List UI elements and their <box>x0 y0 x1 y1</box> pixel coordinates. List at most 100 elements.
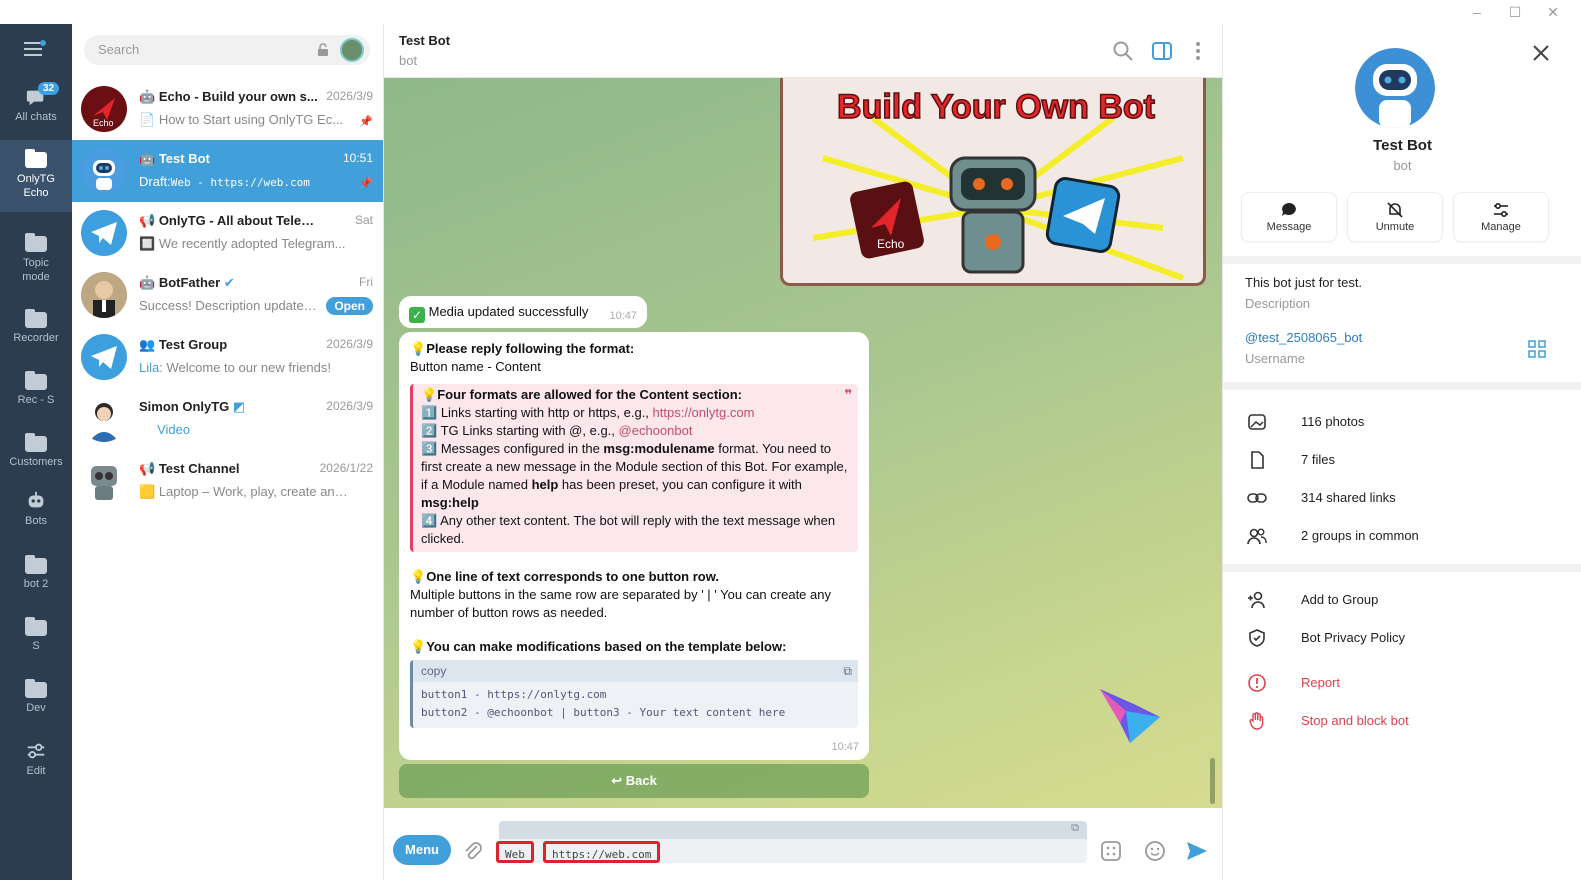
format-instructions-message[interactable]: 💡Please reply following the format: Butt… <box>399 332 869 760</box>
sidebar-toggle-icon[interactable] <box>1151 40 1173 62</box>
shared-photos-row[interactable]: 116 photos <box>1223 404 1581 440</box>
bot-commands-icon[interactable] <box>1100 840 1122 862</box>
message-action-button[interactable]: Message <box>1241 192 1337 242</box>
section-divider <box>1223 382 1581 390</box>
open-bot-button[interactable]: Open <box>326 297 373 315</box>
folder-s[interactable]: S <box>0 608 72 668</box>
lock-icon[interactable] <box>316 43 330 57</box>
search-placeholder: Search <box>98 42 140 57</box>
status-message[interactable]: ✓ Media updated successfully 10:47 <box>399 296 647 328</box>
chat-row-onlytg[interactable]: 📢 OnlyTG - All about Telegram Sat 🔲 We r… <box>72 202 383 264</box>
echoonbot-link[interactable]: @echoonbot <box>619 423 693 438</box>
avatar <box>81 396 127 442</box>
scrollbar[interactable] <box>1210 758 1215 804</box>
profile-description: This bot just for test. <box>1245 275 1363 290</box>
chat-title[interactable]: Test Bot <box>399 33 450 48</box>
chat-area: Test Bot bot Build Your Own Bot Echo ✓ M… <box>384 24 1222 880</box>
folder-bot-2[interactable]: bot 2 <box>0 546 72 606</box>
number-1-icon: 1️⃣ <box>421 405 438 420</box>
avatar: Echo <box>81 86 127 132</box>
folder-label: S <box>32 640 40 652</box>
chat-time: 2026/3/9 <box>326 399 373 413</box>
chat-row-test-channel[interactable]: 📢 Test Channel 2026/1/22 🟨 Laptop – Work… <box>72 450 383 512</box>
onlytg-logo-icon <box>1100 689 1160 743</box>
folder-onlytg-echo[interactable]: OnlyTG Echo <box>0 140 72 212</box>
chat-row-test-group[interactable]: 👥 Test Group 2026/3/9 Lila: Welcome to o… <box>72 326 383 388</box>
copy-icon[interactable]: ⧉ <box>1071 822 1079 835</box>
back-arrow-icon: ↩ <box>611 773 623 788</box>
folder-icon <box>25 309 47 328</box>
folder-recorder[interactable]: Recorder <box>0 300 72 360</box>
search-input[interactable]: Search <box>84 35 370 65</box>
folder-sidebar: 32 All chats OnlyTG Echo Topic mode Reco… <box>0 24 72 880</box>
account-avatar[interactable] <box>340 38 364 62</box>
code-block[interactable]: copy ⧉ button1 - https://onlytg.com butto… <box>410 660 858 728</box>
close-window-button[interactable]: ✕ <box>1538 2 1568 22</box>
image-message[interactable]: Build Your Own Bot Echo <box>780 78 1206 286</box>
folder-customers[interactable]: Customers <box>0 424 72 484</box>
message-input[interactable]: ⧉ Web https://web.com <box>496 821 1087 863</box>
onlytg-link[interactable]: https://onlytg.com <box>653 405 755 420</box>
search-icon[interactable] <box>1112 40 1134 62</box>
profile-avatar[interactable] <box>1355 48 1435 128</box>
manage-action-button[interactable]: Manage <box>1453 192 1549 242</box>
shared-files-row[interactable]: 7 files <box>1223 442 1581 478</box>
hamburger-menu-icon[interactable] <box>24 40 46 61</box>
add-to-group-row[interactable]: Add to Group <box>1223 582 1581 618</box>
chat-preview: Draft:Web - https://web.com <box>139 174 310 189</box>
chat-preview: 📄 How to Start using OnlyTG Ec... <box>139 112 344 127</box>
stop-and-block-row[interactable]: Stop and block bot <box>1223 703 1581 739</box>
folder-label: bot 2 <box>23 578 49 590</box>
window-titlebar: – ☐ ✕ <box>0 0 1581 24</box>
chat-time: 2026/3/9 <box>326 89 373 103</box>
chat-row-botfather[interactable]: 🤖 BotFather ✔ Fri Success! Description u… <box>72 264 383 326</box>
draft-token-web[interactable]: Web <box>496 841 534 863</box>
folder-topic-mode[interactable]: Topic mode <box>0 224 72 290</box>
chat-subtitle: bot <box>399 53 418 68</box>
chat-row-echo[interactable]: Echo 🤖 Echo - Build your own s... 2026/3… <box>72 78 383 140</box>
section-divider <box>1223 564 1581 572</box>
send-icon[interactable] <box>1185 839 1209 863</box>
qr-code-icon[interactable] <box>1528 340 1546 358</box>
folder-label: Customers <box>9 456 63 468</box>
chat-row-test-bot[interactable]: 🤖 Test Bot 10:51 Draft:Web - https://web… <box>72 140 383 202</box>
sliders-icon <box>27 743 45 759</box>
bot-menu-button[interactable]: Menu <box>393 835 451 865</box>
robot-avatar-icon <box>81 148 127 194</box>
folder-icon <box>25 679 47 698</box>
more-options-icon[interactable] <box>1187 40 1209 62</box>
svg-text:Echo: Echo <box>93 118 114 128</box>
chat-preview: Video <box>157 422 191 437</box>
avatar <box>81 210 127 256</box>
draft-token-url[interactable]: https://web.com <box>543 841 661 863</box>
unmute-action-button[interactable]: Unmute <box>1347 192 1443 242</box>
folder-dev[interactable]: Dev <box>0 670 72 730</box>
attach-icon[interactable] <box>462 840 484 862</box>
username-label: Username <box>1245 351 1305 366</box>
message-time: 10:47 <box>831 741 859 753</box>
folder-bots[interactable]: Bots <box>0 484 72 544</box>
copy-icon[interactable]: ⧉ <box>843 662 852 680</box>
folder-rec-s[interactable]: Rec - S <box>0 362 72 422</box>
minimize-button[interactable]: – <box>1462 2 1492 22</box>
groups-in-common-row[interactable]: 2 groups in common <box>1223 518 1581 554</box>
report-row[interactable]: Report <box>1223 665 1581 701</box>
chat-preview: 🔲 We recently adopted Telegram... <box>139 236 346 251</box>
shared-links-row[interactable]: 314 shared links <box>1223 480 1581 516</box>
chat-preview: 🟨 Laptop – Work, play, create anywh... <box>139 484 353 499</box>
code-copy-label[interactable]: copy <box>421 664 446 678</box>
message-time: 10:47 <box>609 310 637 322</box>
emoji-icon[interactable] <box>1144 840 1166 862</box>
back-inline-button[interactable]: ↩ Back <box>399 764 869 798</box>
folder-edit[interactable]: Edit <box>0 730 72 790</box>
chat-name: 📢 Test Channel <box>139 461 240 476</box>
bot-privacy-policy-row[interactable]: Bot Privacy Policy <box>1223 620 1581 656</box>
telegram-badge-icon: ◩ <box>232 399 246 414</box>
folder-label: OnlyTG Echo <box>17 173 55 199</box>
folder-label: All chats <box>15 111 57 123</box>
folder-all-chats[interactable]: 32 All chats <box>0 78 72 138</box>
profile-username[interactable]: @test_2508065_bot <box>1245 330 1362 345</box>
maximize-button[interactable]: ☐ <box>1500 2 1530 22</box>
close-icon[interactable] <box>1530 42 1552 64</box>
chat-row-simon[interactable]: Simon OnlyTG ◩ 2026/3/9 Video <box>72 388 383 450</box>
